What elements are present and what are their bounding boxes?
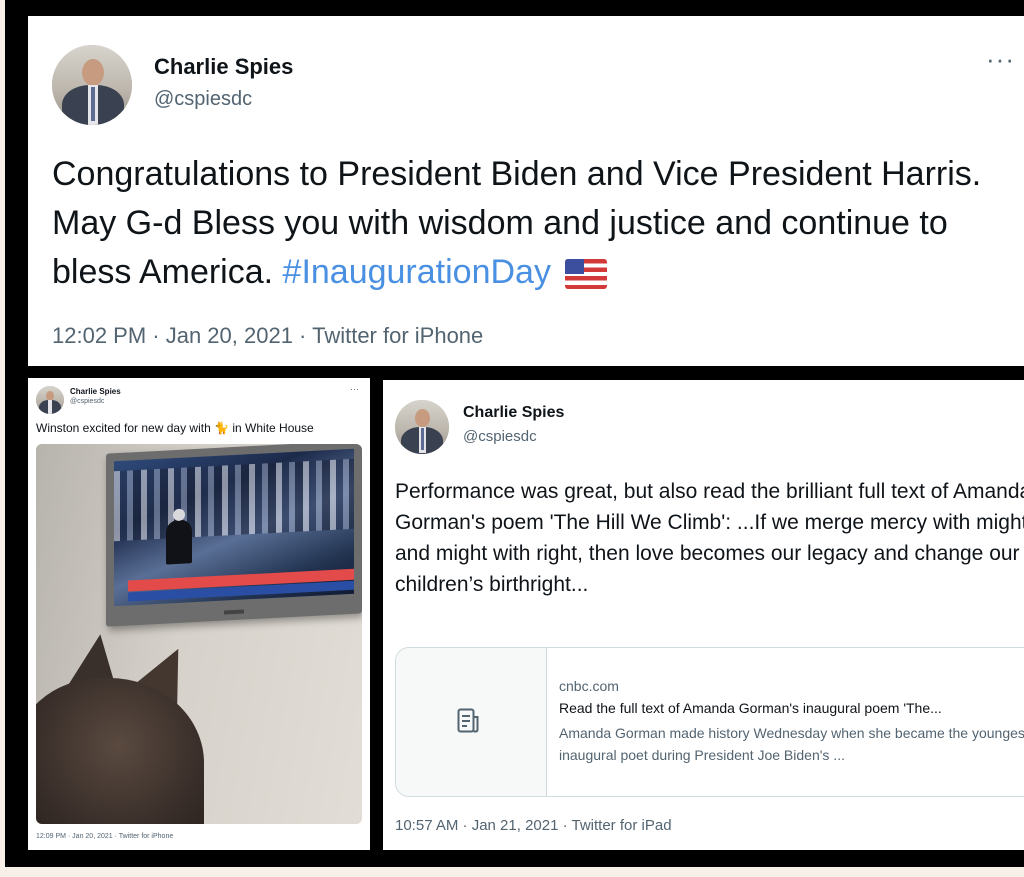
avatar[interactable] xyxy=(52,45,132,125)
more-options-icon[interactable]: ··· xyxy=(350,384,359,394)
link-thumbnail[interactable] xyxy=(396,648,547,796)
display-name[interactable]: Charlie Spies xyxy=(154,54,293,80)
more-options-icon[interactable]: ··· xyxy=(986,44,1015,75)
user-handle[interactable]: @cspiesdc xyxy=(70,398,104,405)
tweet-card-poem[interactable]: Charlie Spies @cspiesdc Performance was … xyxy=(383,380,1024,850)
tweet-card-photo[interactable]: Charlie Spies @cspiesdc ··· Winston exci… xyxy=(28,378,370,850)
tweet-card-main[interactable]: Charlie Spies @cspiesdc ··· Congratulati… xyxy=(28,16,1024,366)
user-handle[interactable]: @cspiesdc xyxy=(154,88,252,111)
cat-image xyxy=(36,630,214,824)
us-flag-icon xyxy=(564,259,607,290)
avatar[interactable] xyxy=(36,386,64,414)
cat-emoji: 🐈 xyxy=(214,421,230,435)
link-preview-card[interactable]: cnbc.com Read the full text of Amanda Go… xyxy=(395,647,1024,797)
display-name[interactable]: Charlie Spies xyxy=(463,404,564,422)
tweet-timestamp[interactable]: 10:57 AM · Jan 21, 2021 · Twitter for iP… xyxy=(395,817,672,834)
tv-screen-image xyxy=(106,444,362,627)
display-name[interactable]: Charlie Spies xyxy=(70,387,121,396)
tweet-text: Congratulations to President Biden and V… xyxy=(52,155,982,291)
tweet-timestamp[interactable]: 12:09 PM · Jan 20, 2021 · Twitter for iP… xyxy=(36,833,173,840)
tweet-photo[interactable] xyxy=(36,444,362,824)
tweet-timestamp[interactable]: 12:02 PM · Jan 20, 2021 · Twitter for iP… xyxy=(52,323,483,349)
user-handle[interactable]: @cspiesdc xyxy=(463,428,537,445)
avatar[interactable] xyxy=(395,400,449,454)
link-description: Amanda Gorman made history Wednesday whe… xyxy=(559,725,1024,763)
link-title[interactable]: Read the full text of Amanda Gorman's in… xyxy=(559,700,942,716)
tweet-text: Performance was great, but also read the… xyxy=(395,480,1024,596)
link-domain: cnbc.com xyxy=(559,678,619,694)
tweet-text: Winston excited for new day with 🐈 in Wh… xyxy=(36,421,314,435)
hashtag-link[interactable]: #InaugurationDay xyxy=(283,253,551,291)
document-icon xyxy=(457,708,479,733)
